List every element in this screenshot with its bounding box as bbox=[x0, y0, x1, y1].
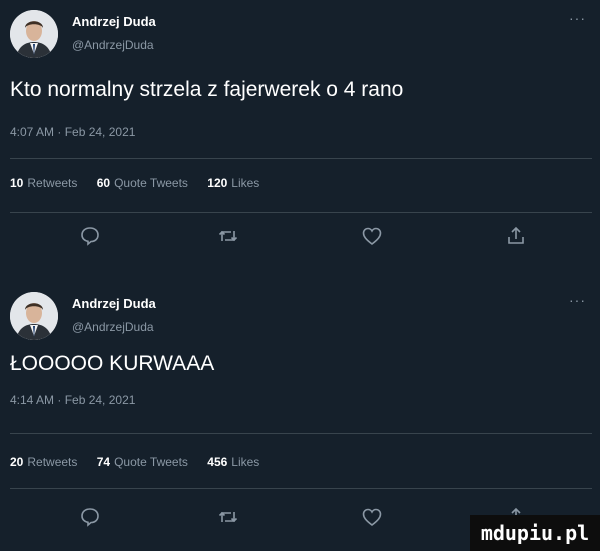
like-icon[interactable] bbox=[360, 224, 384, 248]
avatar[interactable] bbox=[10, 10, 58, 58]
quotes-label: Quote Tweets bbox=[114, 176, 188, 190]
avatar[interactable] bbox=[10, 292, 58, 340]
timestamp[interactable]: 4:14 AM · Feb 24, 2021 bbox=[10, 393, 135, 407]
author-name[interactable]: Andrzej Duda bbox=[72, 14, 156, 29]
quotes-count: 60 bbox=[96, 176, 111, 190]
tweet-stats: 10 Retweets 60 Quote Tweets 120 Likes bbox=[10, 176, 275, 190]
share-icon[interactable] bbox=[504, 224, 528, 248]
divider bbox=[10, 212, 592, 213]
likes-label: Likes bbox=[231, 455, 260, 469]
author-handle[interactable]: @AndrzejDuda bbox=[72, 38, 154, 52]
watermark-logo: mdupiu.pl bbox=[470, 515, 600, 551]
tweet-text: ŁOOOOO KURWAAA bbox=[10, 352, 215, 375]
quote-tweets-stat[interactable]: 74 Quote Tweets bbox=[97, 455, 188, 469]
retweets-label: Retweets bbox=[27, 176, 78, 190]
retweets-stat[interactable]: 20 Retweets bbox=[10, 455, 77, 469]
tweet-stats: 20 Retweets 74 Quote Tweets 456 Likes bbox=[10, 455, 275, 469]
author-handle[interactable]: @AndrzejDuda bbox=[72, 320, 154, 334]
action-bar bbox=[0, 224, 600, 252]
retweet-icon[interactable] bbox=[216, 224, 240, 248]
like-icon[interactable] bbox=[360, 505, 384, 529]
more-options-icon[interactable]: ··· bbox=[569, 10, 586, 26]
retweets-stat[interactable]: 10 Retweets bbox=[10, 176, 77, 190]
divider bbox=[10, 488, 592, 489]
retweets-count: 10 bbox=[10, 176, 24, 190]
quote-tweets-stat[interactable]: 60 Quote Tweets bbox=[97, 176, 188, 190]
author-name[interactable]: Andrzej Duda bbox=[72, 296, 156, 311]
retweets-count: 20 bbox=[10, 455, 24, 469]
likes-stat[interactable]: 120 Likes bbox=[207, 176, 259, 190]
divider bbox=[10, 433, 592, 434]
reply-icon[interactable] bbox=[78, 505, 102, 529]
more-options-icon[interactable]: ··· bbox=[569, 292, 586, 308]
quotes-count: 74 bbox=[96, 455, 111, 469]
likes-count: 120 bbox=[207, 176, 228, 190]
tweet-text: Kto normalny strzela z fajerwerek o 4 ra… bbox=[10, 78, 404, 101]
divider bbox=[10, 158, 592, 159]
quotes-label: Quote Tweets bbox=[114, 455, 188, 469]
timestamp[interactable]: 4:07 AM · Feb 24, 2021 bbox=[10, 125, 135, 139]
likes-stat[interactable]: 456 Likes bbox=[207, 455, 259, 469]
likes-count: 456 bbox=[207, 455, 228, 469]
reply-icon[interactable] bbox=[78, 224, 102, 248]
likes-label: Likes bbox=[231, 176, 260, 190]
retweet-icon[interactable] bbox=[216, 505, 240, 529]
retweets-label: Retweets bbox=[27, 455, 78, 469]
